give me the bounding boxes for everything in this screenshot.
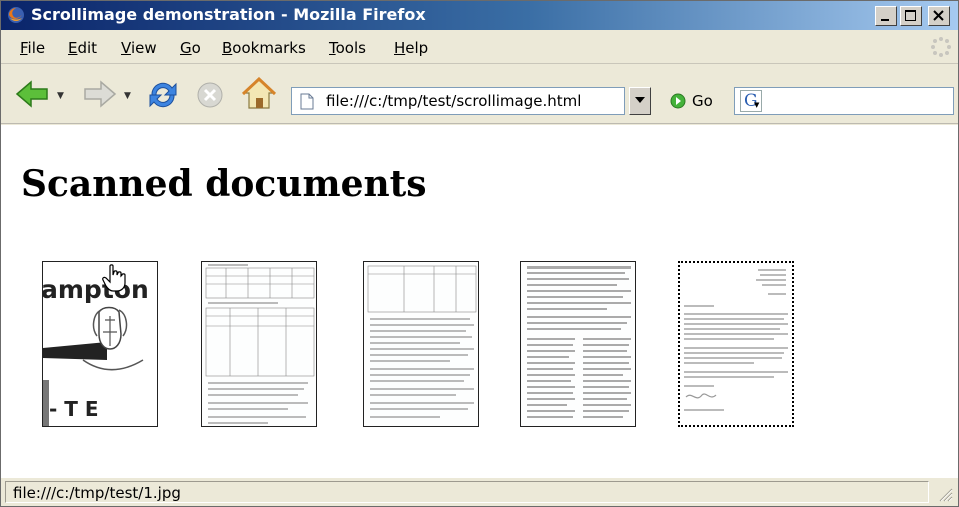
back-dropdown-icon[interactable]: ▼ <box>57 91 64 101</box>
stop-icon[interactable] <box>196 81 224 109</box>
window-title: Scrollimage demonstration - Mozilla Fire… <box>31 5 426 24</box>
page-heading: Scanned documents <box>21 163 427 205</box>
firefox-icon <box>8 7 24 23</box>
minimize-icon <box>881 19 889 21</box>
page-icon <box>300 93 314 110</box>
thumbnail-5-selected[interactable] <box>678 261 794 427</box>
maximize-button[interactable] <box>900 6 922 26</box>
thumbnail-3[interactable] <box>363 261 479 427</box>
scan-image: ampton - T E <box>43 262 157 426</box>
address-text: file:///c:/tmp/test/scrollimage.html <box>326 92 582 110</box>
scan-text-top: ampton <box>43 275 149 304</box>
menu-bookmarks[interactable]: Bookmarks <box>222 38 306 58</box>
resize-grip-icon[interactable] <box>937 486 953 502</box>
throbber-icon <box>931 37 951 57</box>
scan-image <box>202 262 316 426</box>
thumbnail-2[interactable] <box>201 261 317 427</box>
chevron-down-icon <box>635 97 645 103</box>
page-content: Scanned documents ampton - T E <box>1 125 958 477</box>
menu-tools[interactable]: Tools <box>329 38 366 58</box>
menu-help[interactable]: Help <box>394 38 428 58</box>
scan-image <box>680 263 792 425</box>
status-panel: file:///c:/tmp/test/1.jpg <box>5 481 929 503</box>
address-bar[interactable]: file:///c:/tmp/test/scrollimage.html <box>291 87 625 115</box>
hand-cursor-icon <box>102 264 126 292</box>
scan-image <box>364 262 478 426</box>
home-icon[interactable] <box>241 77 277 111</box>
browser-window: Scrollimage demonstration - Mozilla Fire… <box>0 0 959 507</box>
menu-bar: File Edit View Go Bookmarks Tools Help <box>1 30 958 64</box>
search-engine-icon[interactable]: G ▼ <box>740 90 762 112</box>
minimize-button[interactable] <box>875 6 897 26</box>
thumbnail-4[interactable] <box>520 261 636 427</box>
menu-view[interactable]: View <box>121 38 157 58</box>
thumbnail-1[interactable]: ampton - T E <box>42 261 158 427</box>
menu-file[interactable]: File <box>20 38 45 58</box>
scan-image <box>521 262 635 426</box>
go-icon[interactable] <box>670 93 686 109</box>
status-bar: file:///c:/tmp/test/1.jpg <box>1 477 958 506</box>
reload-icon[interactable] <box>146 79 180 111</box>
chevron-down-icon: ▼ <box>754 101 760 109</box>
navigation-toolbar: ▼ ▼ file:///c:/tmp/test/scrollimage.html <box>1 65 958 124</box>
menu-edit[interactable]: Edit <box>68 38 97 58</box>
menu-go[interactable]: Go <box>180 38 201 58</box>
scan-text-bottom: - T E <box>49 397 99 421</box>
title-bar[interactable]: Scrollimage demonstration - Mozilla Fire… <box>1 1 958 30</box>
status-text: file:///c:/tmp/test/1.jpg <box>13 484 181 502</box>
search-input[interactable]: G ▼ <box>734 87 954 115</box>
forward-icon[interactable] <box>81 79 117 109</box>
address-dropdown-button[interactable] <box>629 87 651 115</box>
back-icon[interactable] <box>15 79 51 109</box>
maximize-icon <box>905 10 916 21</box>
go-button-label[interactable]: Go <box>692 92 713 110</box>
forward-dropdown-icon[interactable]: ▼ <box>124 91 131 101</box>
close-button[interactable] <box>928 6 950 26</box>
close-icon <box>933 10 944 21</box>
